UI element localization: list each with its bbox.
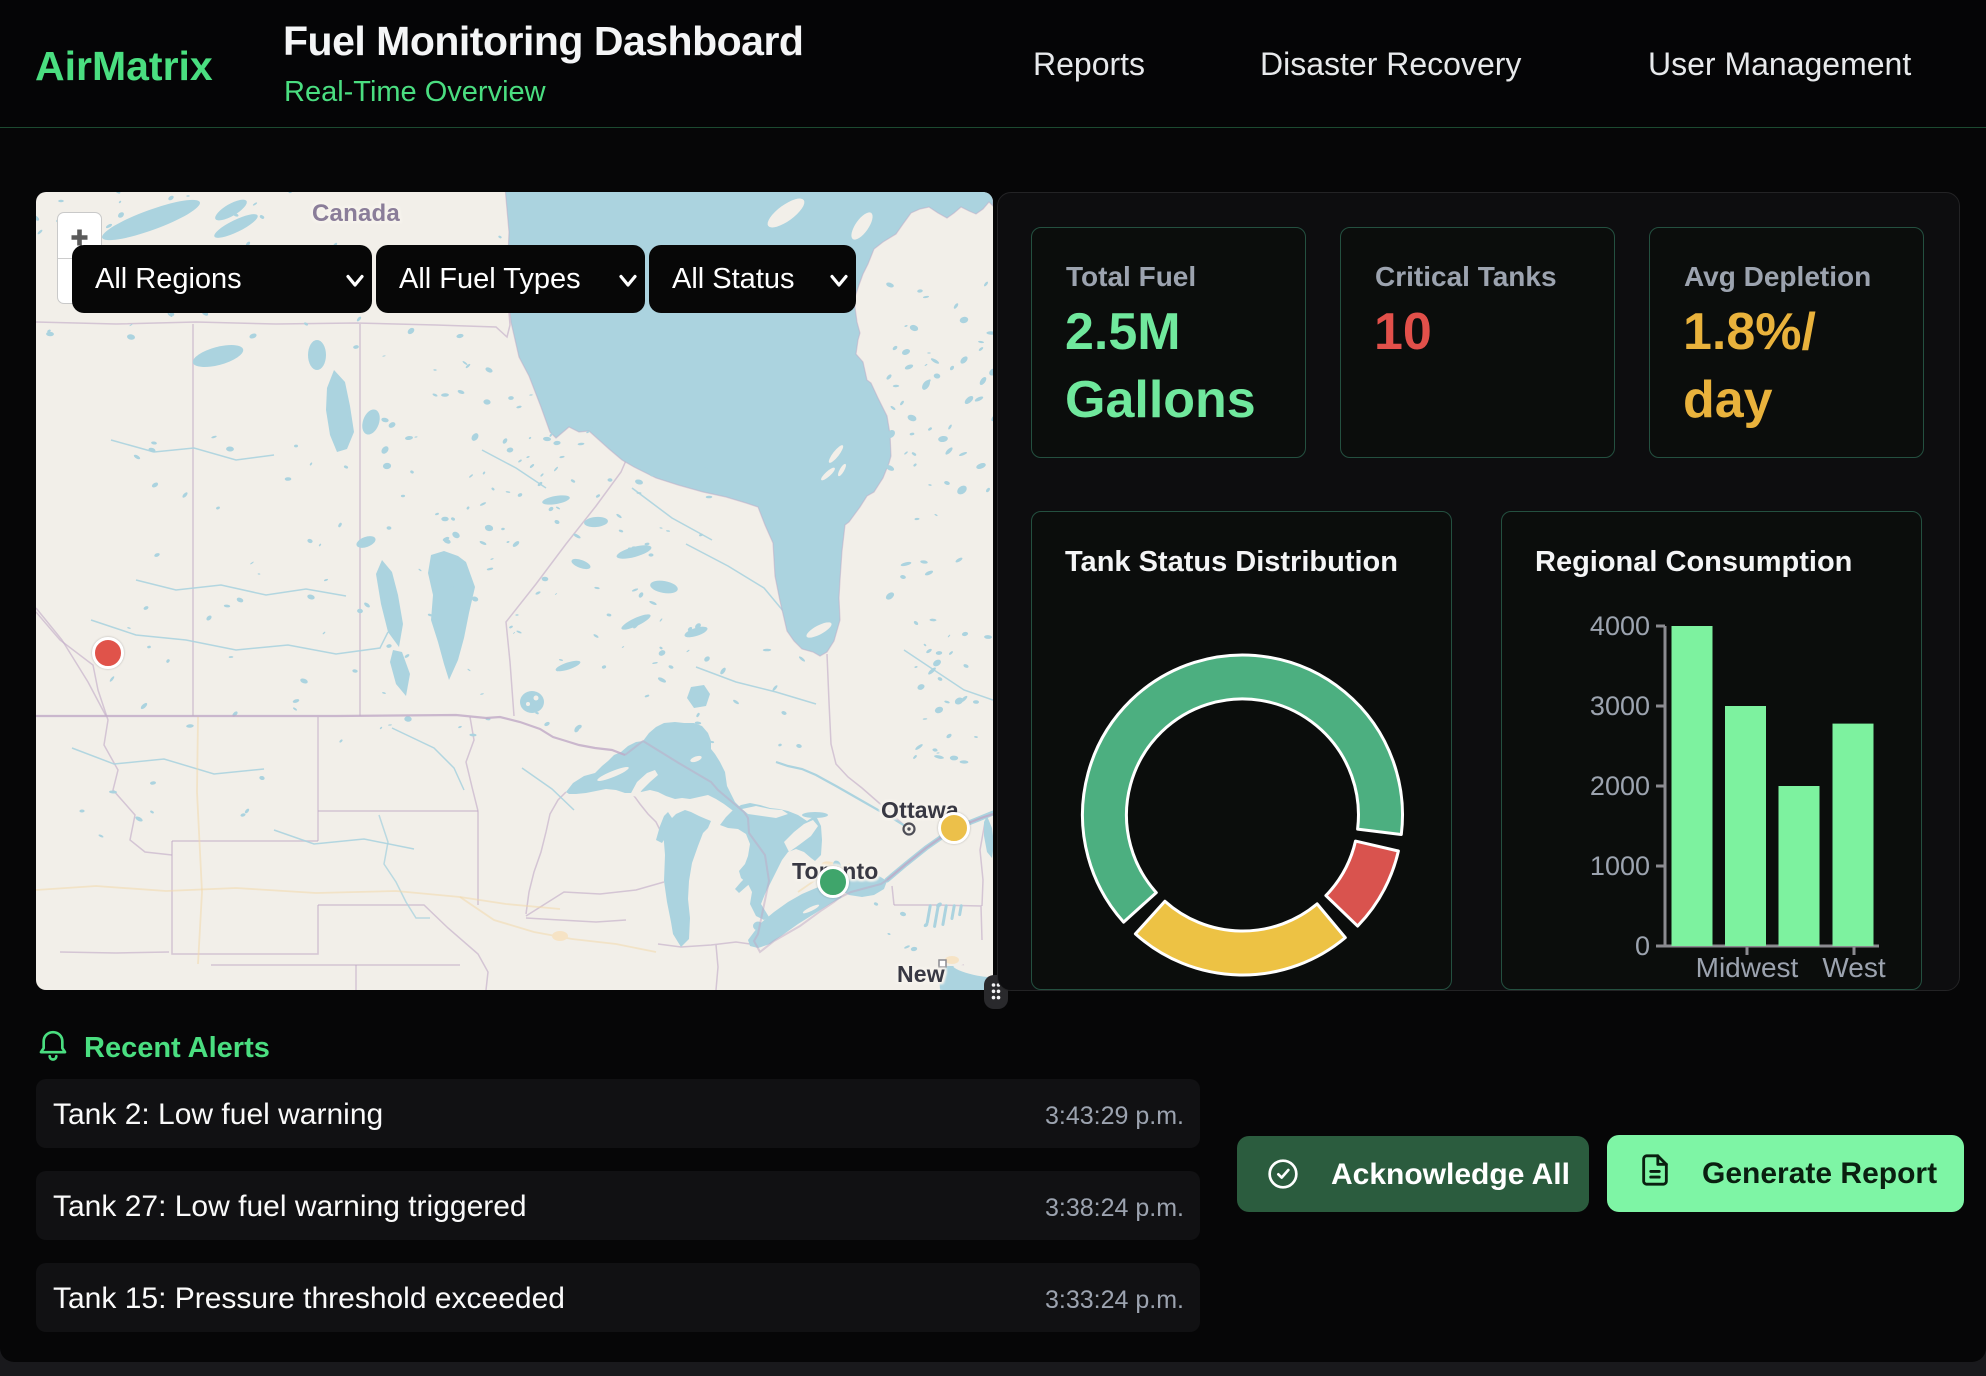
svg-text:2000: 2000 — [1590, 771, 1650, 801]
svg-text:4000: 4000 — [1590, 611, 1650, 641]
svg-text:0: 0 — [1635, 931, 1650, 961]
svg-text:Midwest: Midwest — [1696, 952, 1799, 983]
svg-text:3000: 3000 — [1590, 691, 1650, 721]
svg-text:1000: 1000 — [1590, 851, 1650, 881]
svg-text:West: West — [1822, 952, 1885, 983]
